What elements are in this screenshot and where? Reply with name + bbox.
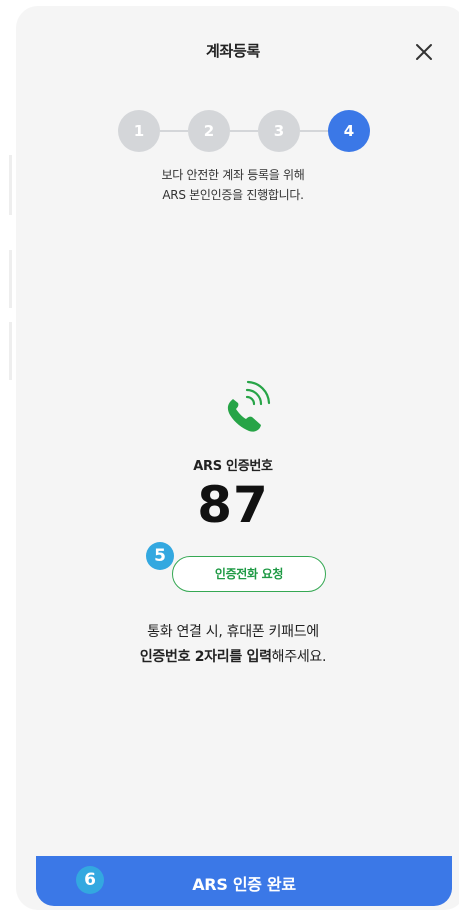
- guide-text-line-2: ARS 본인인증을 진행합니다.: [162, 188, 304, 202]
- step-connector: [300, 130, 328, 132]
- close-icon: [416, 44, 432, 60]
- close-button[interactable]: [412, 40, 436, 64]
- step-4-current: 4: [328, 110, 370, 152]
- step-connector: [230, 130, 258, 132]
- instruction-line-2: 인증번호 2자리를 입력해주세요.: [0, 646, 459, 666]
- ars-code-number: 87: [197, 476, 269, 534]
- step-1: 1: [118, 110, 160, 152]
- instruction-emphasis: 인증번호 2자리를 입력: [139, 649, 272, 665]
- instruction-rest: 해주세요.: [271, 649, 327, 665]
- background-edge-mark: [9, 250, 12, 308]
- instruction-line-1: 통화 연결 시, 휴대폰 키패드에: [147, 624, 319, 640]
- request-verification-call-button[interactable]: 인증전화 요청: [172, 556, 326, 592]
- page-title: 계좌등록: [205, 42, 260, 60]
- background-edge-mark: [9, 322, 12, 380]
- phone-ringing-icon: [213, 378, 273, 438]
- background-edge-mark: [9, 155, 12, 215]
- ars-code-label: ARS 인증번호: [193, 459, 273, 474]
- annotation-badge-6: 6: [76, 866, 104, 894]
- page: 계좌등록 1 2 3 4 보다 안전한 계좌 등록을 위해 ARS 본인인증을 …: [0, 0, 459, 918]
- step-indicator: 1 2 3 4: [118, 110, 380, 152]
- step-2: 2: [188, 110, 230, 152]
- step-3: 3: [258, 110, 300, 152]
- guide-text-line-1: 보다 안전한 계좌 등록을 위해: [161, 168, 305, 182]
- step-connector: [160, 130, 188, 132]
- annotation-badge-5: 5: [146, 542, 174, 570]
